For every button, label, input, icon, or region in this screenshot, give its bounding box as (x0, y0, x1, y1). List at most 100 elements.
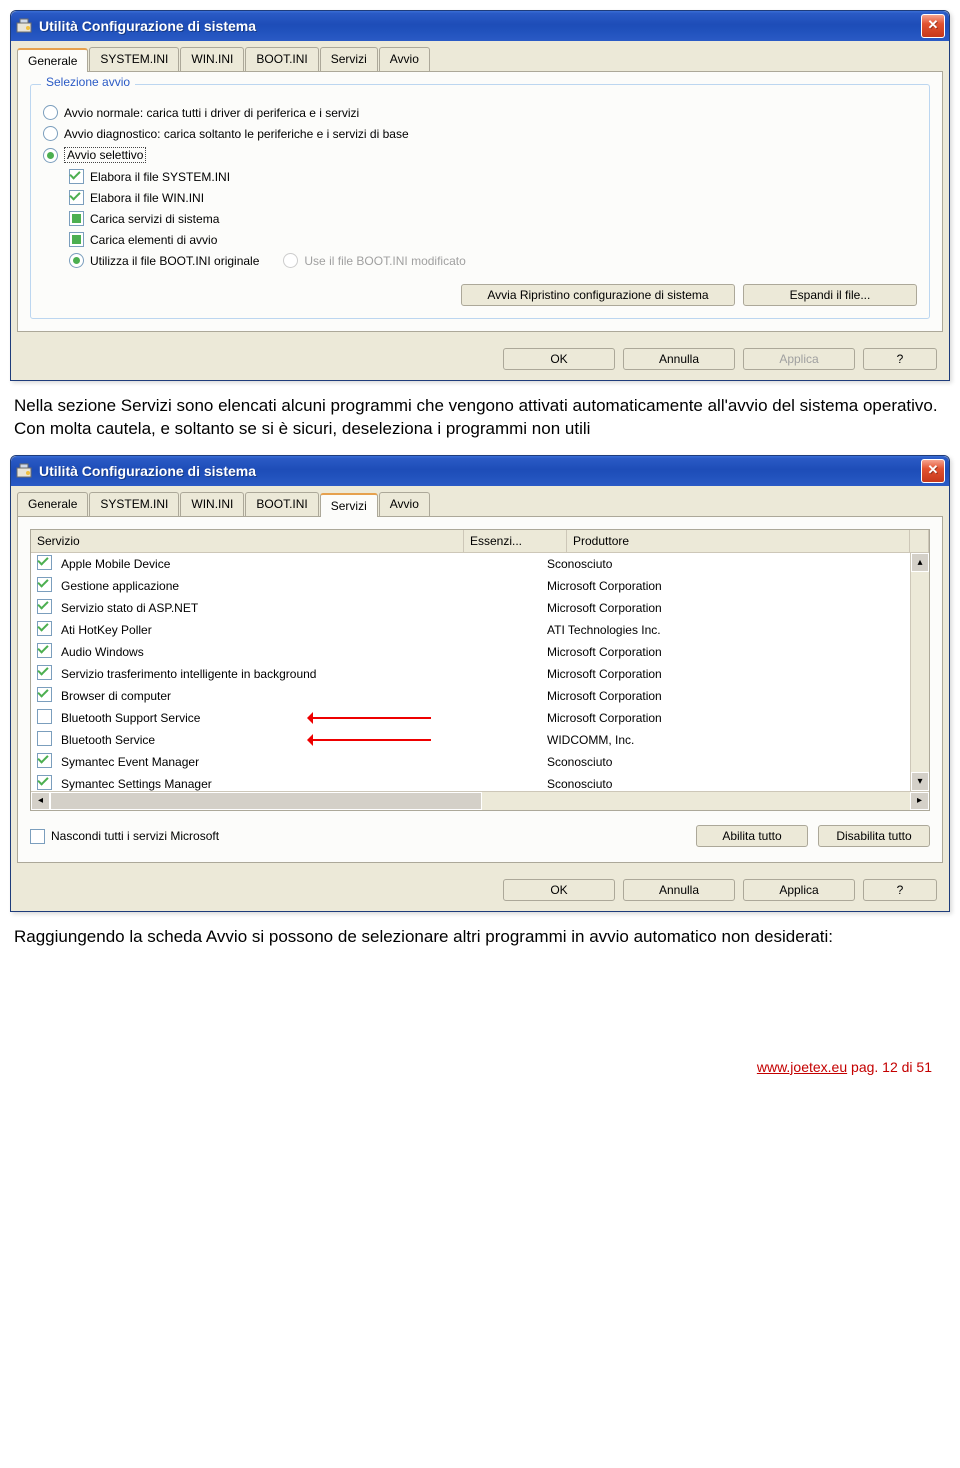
paragraph-servizi: Nella sezione Servizi sono elencati alcu… (14, 395, 946, 441)
service-row[interactable]: Symantec Settings Manager Sconosciuto (31, 773, 910, 791)
tab-generale[interactable]: Generale (17, 48, 88, 72)
cancel-button[interactable]: Annulla (623, 348, 735, 370)
radio-bootini-orig-label: Utilizza il file BOOT.INI originale (90, 254, 259, 268)
service-row[interactable]: Bluetooth Support ServiceMicrosoft Corpo… (31, 707, 910, 729)
tabstrip-2: Generale SYSTEM.INI WIN.INI BOOT.INI Ser… (11, 486, 949, 516)
service-row[interactable]: Browser di computerMicrosoft Corporation (31, 685, 910, 707)
tab-systemini-2[interactable]: SYSTEM.INI (89, 492, 179, 516)
radio-avvio-diagnostico-label: Avvio diagnostico: carica soltanto le pe… (64, 127, 409, 141)
service-row[interactable]: Apple Mobile Device Sconosciuto (31, 553, 910, 575)
service-checkbox[interactable] (37, 665, 52, 680)
check-systemini[interactable] (69, 169, 84, 184)
services-list: Servizio Essenzi... Produttore Apple Mob… (30, 529, 930, 811)
titlebar-2[interactable]: Utilità Configurazione di sistema ✕ (11, 456, 949, 486)
col-essenziale[interactable]: Essenzi... (464, 530, 567, 552)
service-checkbox[interactable] (37, 621, 52, 636)
check-systemini-label: Elabora il file SYSTEM.INI (90, 170, 230, 184)
help-button-2[interactable]: ? (863, 879, 937, 901)
service-row[interactable]: Symantec Event ManagerSconosciuto (31, 751, 910, 773)
radio-avvio-normale[interactable] (43, 105, 58, 120)
vertical-scrollbar[interactable]: ▴ ▾ (910, 553, 929, 791)
tab-winini-2[interactable]: WIN.INI (180, 492, 244, 516)
service-checkbox[interactable] (37, 643, 52, 658)
expand-file-button[interactable]: Espandi il file... (743, 284, 917, 306)
disable-all-button[interactable]: Disabilita tutto (818, 825, 930, 847)
enable-all-button[interactable]: Abilita tutto (696, 825, 808, 847)
selezione-avvio-group: Selezione avvio Avvio normale: carica tu… (30, 84, 930, 319)
service-name: Servizio trasferimento intelligente in b… (61, 667, 457, 681)
radio-avvio-diagnostico[interactable] (43, 126, 58, 141)
service-manufacturer: Microsoft Corporation (547, 667, 910, 681)
footer-link[interactable]: www.joetex.eu (757, 1059, 847, 1075)
service-manufacturer: Microsoft Corporation (547, 579, 910, 593)
check-winini[interactable] (69, 190, 84, 205)
tabpane-servizi: Servizio Essenzi... Produttore Apple Mob… (17, 516, 943, 863)
tab-bootini[interactable]: BOOT.INI (245, 47, 318, 71)
service-checkbox[interactable] (37, 775, 52, 790)
check-sysservices[interactable] (69, 211, 84, 226)
service-checkbox[interactable] (37, 753, 52, 768)
service-checkbox[interactable] (37, 555, 52, 570)
service-row[interactable]: Bluetooth ServiceWIDCOMM, Inc. (31, 729, 910, 751)
service-name: Symantec Event Manager (61, 755, 457, 769)
scroll-up-icon[interactable]: ▴ (911, 553, 929, 572)
close-button[interactable]: ✕ (921, 14, 945, 38)
service-manufacturer: Microsoft Corporation (547, 711, 910, 725)
check-winini-label: Elabora il file WIN.INI (90, 191, 204, 205)
restore-button[interactable]: Avvia Ripristino configurazione di siste… (461, 284, 735, 306)
service-manufacturer: Sconosciuto (547, 777, 910, 791)
window-title-2: Utilità Configurazione di sistema (39, 463, 921, 479)
cancel-button-2[interactable]: Annulla (623, 879, 735, 901)
annotation-arrow-icon (311, 739, 431, 741)
page-footer: www.joetex.eu pag. 12 di 51 (10, 1059, 950, 1075)
scroll-right-icon[interactable]: ▸ (910, 792, 929, 810)
service-checkbox[interactable] (37, 577, 52, 592)
service-row[interactable]: Audio WindowsMicrosoft Corporation (31, 641, 910, 663)
service-checkbox[interactable] (37, 731, 52, 746)
service-checkbox[interactable] (37, 709, 52, 724)
service-checkbox[interactable] (37, 687, 52, 702)
dialog-buttons: OK Annulla Applica ? (11, 338, 949, 380)
service-row[interactable]: Gestione applicazioneMicrosoft Corporati… (31, 575, 910, 597)
ok-button[interactable]: OK (503, 348, 615, 370)
col-servizio[interactable]: Servizio (31, 530, 464, 552)
scroll-down-icon[interactable]: ▾ (911, 772, 929, 791)
col-produttore[interactable]: Produttore (567, 530, 910, 552)
check-startup-label: Carica elementi di avvio (90, 233, 217, 247)
scroll-left-icon[interactable]: ◂ (31, 792, 50, 810)
tab-generale-2[interactable]: Generale (17, 492, 88, 516)
window-title: Utilità Configurazione di sistema (39, 18, 921, 34)
service-manufacturer: Sconosciuto (547, 557, 910, 571)
service-checkbox[interactable] (37, 599, 52, 614)
help-button[interactable]: ? (863, 348, 937, 370)
service-name: Symantec Settings Manager (61, 777, 457, 791)
tab-servizi-2[interactable]: Servizi (320, 493, 378, 517)
tab-servizi[interactable]: Servizi (320, 47, 378, 71)
radio-bootini-orig[interactable] (69, 253, 84, 268)
radio-avvio-selettivo[interactable] (43, 148, 58, 163)
service-row[interactable]: Servizio trasferimento intelligente in b… (31, 663, 910, 685)
service-name: Ati HotKey Poller (61, 623, 457, 637)
check-hide-microsoft-label: Nascondi tutti i servizi Microsoft (51, 829, 219, 843)
check-startup[interactable] (69, 232, 84, 247)
close-button-2[interactable]: ✕ (921, 459, 945, 483)
apply-button-2[interactable]: Applica (743, 879, 855, 901)
titlebar[interactable]: Utilità Configurazione di sistema ✕ (11, 11, 949, 41)
services-actions: Nascondi tutti i servizi Microsoft Abili… (30, 823, 930, 850)
tab-avvio-2[interactable]: Avvio (379, 492, 430, 516)
services-rows: Apple Mobile Device Sconosciuto Gestione a… (31, 553, 910, 791)
radio-avvio-normale-label: Avvio normale: carica tutti i driver di … (64, 106, 359, 120)
check-hide-microsoft[interactable] (30, 829, 45, 844)
service-manufacturer: WIDCOMM, Inc. (547, 733, 910, 747)
horizontal-scrollbar[interactable]: ◂ ▸ (31, 791, 929, 810)
ok-button-2[interactable]: OK (503, 879, 615, 901)
tab-systemini[interactable]: SYSTEM.INI (89, 47, 179, 71)
service-row[interactable]: Ati HotKey Poller ATI Technologies Inc. (31, 619, 910, 641)
tab-winini[interactable]: WIN.INI (180, 47, 244, 71)
tab-bootini-2[interactable]: BOOT.INI (245, 492, 318, 516)
service-manufacturer: ATI Technologies Inc. (547, 623, 910, 637)
service-row[interactable]: Servizio stato di ASP.NETMicrosoft Corpo… (31, 597, 910, 619)
tab-avvio[interactable]: Avvio (379, 47, 430, 71)
service-name: Apple Mobile Device (61, 557, 457, 571)
service-manufacturer: Microsoft Corporation (547, 689, 910, 703)
